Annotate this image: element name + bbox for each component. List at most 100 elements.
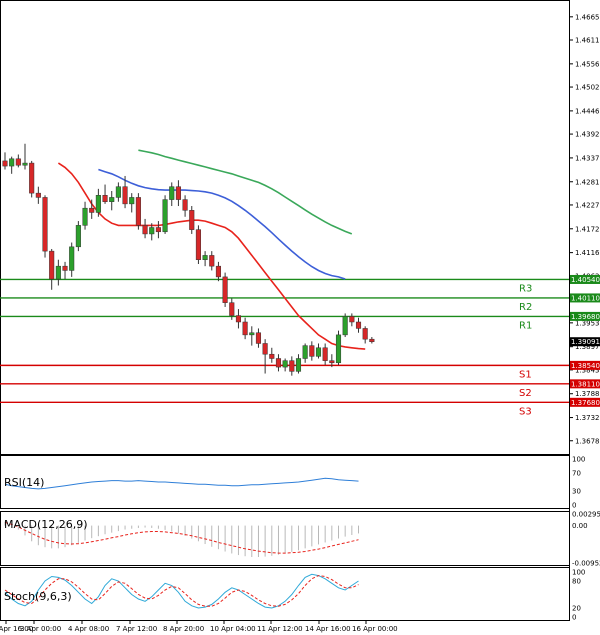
ma-blue-line <box>98 168 346 280</box>
candle-body <box>255 332 262 344</box>
candle-body <box>215 265 221 278</box>
candle-body <box>155 227 161 233</box>
candle-body <box>289 360 295 372</box>
candle <box>322 343 328 365</box>
level-label-s2: S2 <box>519 388 532 399</box>
candle-body <box>75 225 81 248</box>
time-tick-label: 11 Apr 12:00 <box>257 625 303 633</box>
candle <box>35 186 41 204</box>
candle-body <box>82 207 88 226</box>
candle <box>62 261 68 280</box>
price-tick-label: 1.46655 <box>575 13 600 21</box>
stoch-tick-label: 100 <box>572 569 585 577</box>
candle <box>349 313 355 327</box>
candle-body <box>162 199 168 233</box>
candle <box>282 358 288 372</box>
candle-body <box>275 358 282 368</box>
candle <box>75 221 81 252</box>
candle-body <box>115 186 121 198</box>
candle <box>302 343 308 363</box>
rsi-tick-label: 0 <box>572 502 576 510</box>
candle-body <box>62 265 68 271</box>
candle <box>235 309 241 329</box>
candle-body <box>49 250 55 280</box>
price-tick-label: 1.46115 <box>575 37 600 45</box>
candle-body <box>182 199 188 211</box>
level-label-s3: S3 <box>519 406 532 417</box>
candle <box>242 317 248 340</box>
candle-body <box>95 195 101 213</box>
macd-tick-label: 0.00 <box>572 522 588 530</box>
candle-body <box>282 360 288 368</box>
candle <box>175 180 181 207</box>
candle <box>255 328 262 348</box>
candle <box>42 195 48 258</box>
candle <box>182 195 188 217</box>
candle <box>22 143 28 170</box>
candle <box>202 251 208 267</box>
candle <box>95 188 101 217</box>
candle-body <box>169 186 175 200</box>
candle-body <box>29 162 35 194</box>
level-label-r3: R3 <box>519 283 532 294</box>
candle <box>82 201 88 230</box>
current-price-tag: 1.39091 <box>571 338 600 346</box>
time-tick-label: 4 Apr 08:00 <box>68 625 109 633</box>
candle <box>2 152 8 170</box>
price-tick-label: 1.45020 <box>575 84 600 92</box>
time-tick-label: 3 Apr 00:00 <box>20 625 61 633</box>
candle <box>162 195 168 234</box>
candle <box>209 251 215 271</box>
candle <box>115 182 121 202</box>
candle-body <box>329 360 335 364</box>
price-tick-label: 1.37880 <box>575 390 600 398</box>
candle-body <box>109 197 115 202</box>
level-tag-s1: 1.38540 <box>571 362 600 370</box>
candle-body <box>202 255 208 260</box>
candle <box>9 156 15 174</box>
price-tick-label: 1.44465 <box>575 107 600 115</box>
candle <box>215 261 221 282</box>
candle <box>222 272 228 307</box>
candle <box>55 259 61 286</box>
candle-body <box>295 358 302 372</box>
candle-body <box>15 158 21 166</box>
chart-canvas: R3 R2 R1 S1 S2 S3 1.46655 1.46115 1.45560 1.4502… <box>0 0 600 633</box>
candle <box>102 184 108 204</box>
candle <box>155 221 161 239</box>
price-tick-label: 1.43370 <box>575 154 600 162</box>
time-tick-label: 16 Apr 00:00 <box>352 625 398 633</box>
candle-body <box>89 207 95 213</box>
candle-body <box>369 338 375 343</box>
stoch-tick-label: 80 <box>572 578 581 586</box>
price-tick-label: 1.37325 <box>575 414 600 422</box>
candle-body <box>135 197 141 226</box>
rsi-tick-label: 30 <box>572 488 581 496</box>
candle-body <box>69 246 75 271</box>
macd-tick-label: -0.009528 <box>572 560 600 568</box>
candle-body <box>355 321 362 329</box>
rsi-line <box>4 477 359 490</box>
candle-body <box>235 315 241 323</box>
candle-body <box>222 276 228 303</box>
candle-body <box>195 229 201 260</box>
candle-body <box>2 160 8 167</box>
candle-body <box>229 302 235 316</box>
price-tick-label: 1.36785 <box>575 437 600 445</box>
candle-body <box>315 347 322 357</box>
candle-body <box>335 334 342 364</box>
stoch-panel <box>0 567 570 621</box>
candle-body <box>342 316 348 336</box>
candle-body <box>22 162 28 166</box>
candle <box>275 354 282 372</box>
candle-body <box>269 353 275 359</box>
candle <box>189 206 195 234</box>
time-tick-label: 14 Apr 16:00 <box>305 625 351 633</box>
candle <box>135 193 141 230</box>
candle <box>169 182 175 207</box>
candle <box>142 218 148 239</box>
level-tag-r3: 1.40540 <box>571 276 600 284</box>
price-tick-label: 1.43925 <box>575 131 600 139</box>
time-tick-label: 8 Apr 20:00 <box>163 625 204 633</box>
macd-label: MACD(12,26,9) <box>4 518 88 531</box>
